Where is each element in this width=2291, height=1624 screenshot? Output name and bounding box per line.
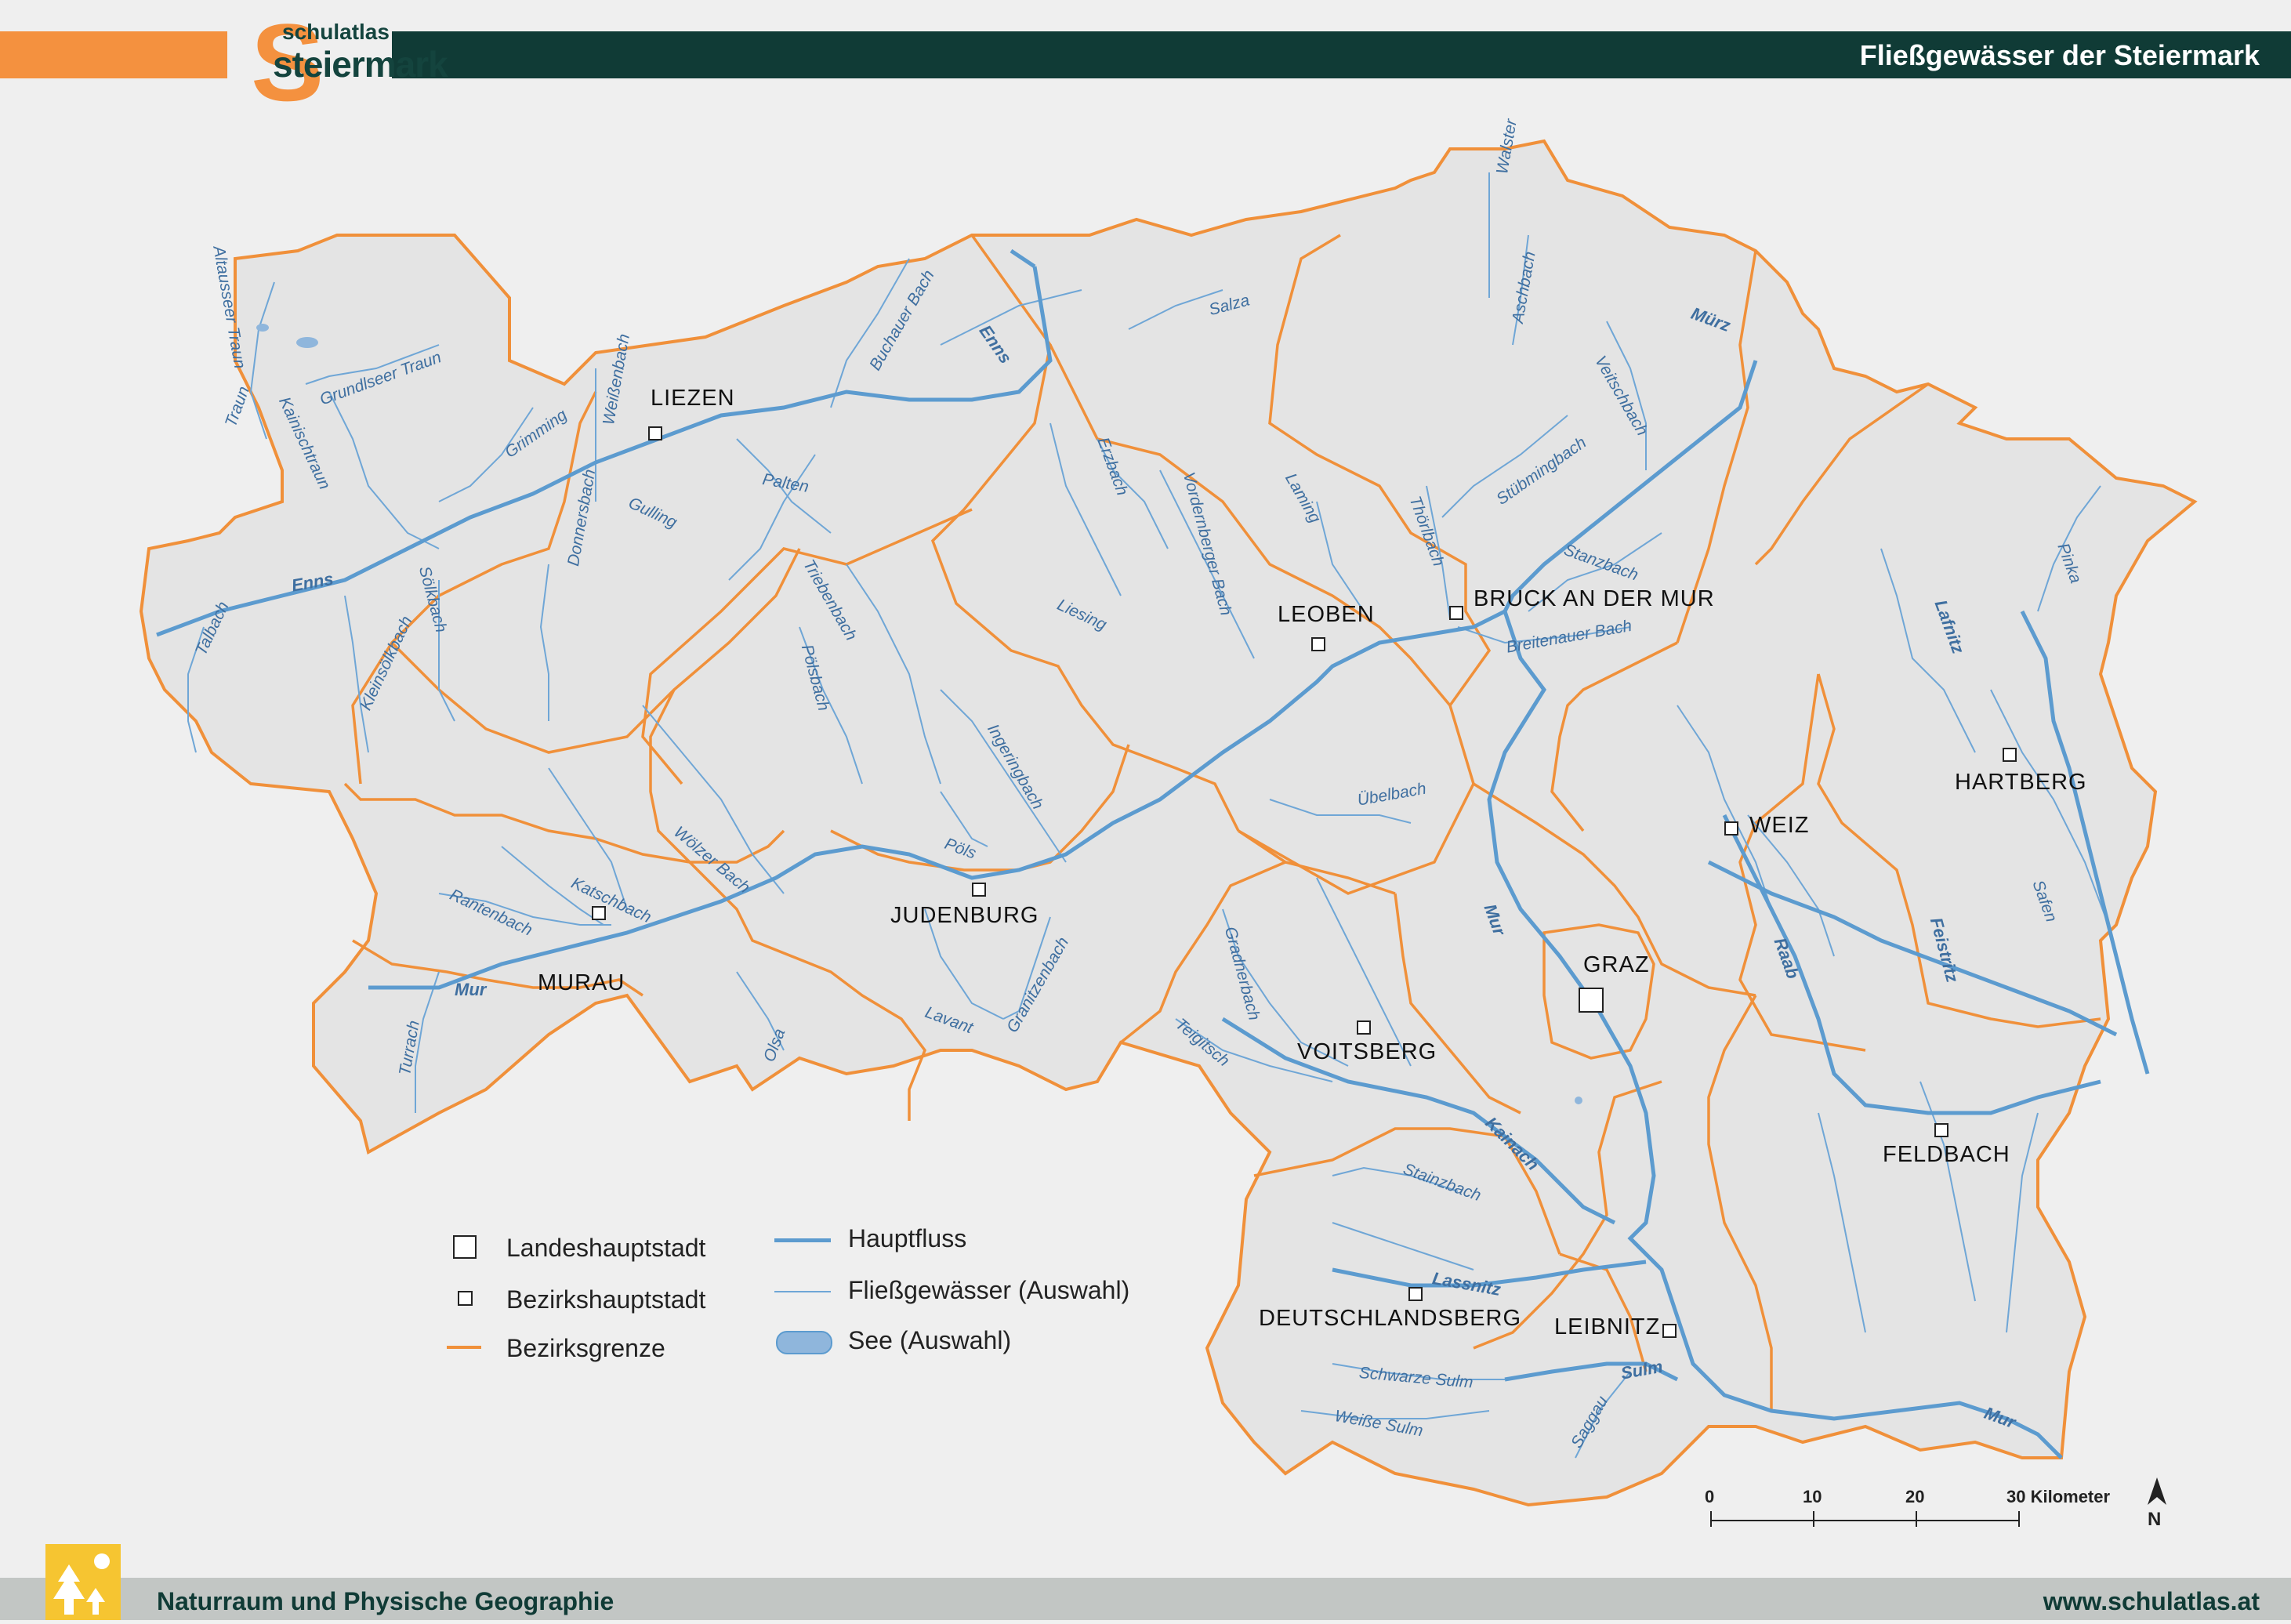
river-label-mur: Mur <box>455 980 487 999</box>
city-label-voitsberg: VOITSBERG <box>1297 1039 1437 1064</box>
city-marker-feldbach <box>1934 1123 1948 1137</box>
legend-capital-label: Landeshauptstadt <box>506 1234 706 1262</box>
city-label-judenburg: JUDENBURG <box>890 903 1039 928</box>
city-label-hartberg: HARTBERG <box>1955 770 2087 795</box>
legend-border-label: Bezirksgrenze <box>506 1334 665 1362</box>
city-label-leoben: LEOBEN <box>1278 602 1375 627</box>
legend: Landeshauptstadt Bezirkshauptstadt Bezir… <box>447 1223 1152 1379</box>
legend-district-symbol <box>458 1291 473 1306</box>
legend-river-symbol <box>774 1291 831 1292</box>
north-label: N <box>2148 1509 2162 1530</box>
footer-website-link[interactable]: www.schulatlas.at <box>2043 1587 2260 1616</box>
map-title: Fließgewässer der Steiermark <box>1859 39 2260 71</box>
city-marker-bruck-an-der-mur <box>1449 606 1463 620</box>
header-accent-bar <box>0 31 227 78</box>
legend-lake-symbol <box>776 1331 832 1354</box>
city-label-murau: MURAU <box>538 970 625 995</box>
city-marker-weiz <box>1724 821 1738 836</box>
logo-text-bottom: steiermark <box>273 44 448 85</box>
legend-river-label: Fließgewässer (Auswahl) <box>848 1276 1130 1304</box>
footer-topic: Naturraum und Physische Geographie <box>157 1587 614 1615</box>
tree-sun-icon <box>45 1544 121 1620</box>
city-label-weiz: WEIZ <box>1749 813 1810 838</box>
city-label-leibnitz: LEIBNITZ <box>1554 1314 1661 1339</box>
city-label-bruck-an-der-mur: BRUCK AN DER MUR <box>1474 586 1715 611</box>
city-marker-graz <box>1579 988 1604 1013</box>
lake-altaussee <box>256 324 269 332</box>
legend-capital-symbol <box>453 1235 477 1259</box>
lake-grundlsee <box>296 337 318 348</box>
scale-label-20: 20 <box>1905 1487 1925 1506</box>
city-marker-judenburg <box>972 883 986 897</box>
city-marker-murau <box>592 906 606 920</box>
city-label-deutschlandsberg: DEUTSCHLANDSBERG <box>1259 1306 1522 1331</box>
city-marker-voitsberg <box>1357 1020 1371 1035</box>
scale-label-0: 0 <box>1705 1487 1715 1506</box>
city-marker-hartberg <box>2003 748 2017 762</box>
city-marker-liezen <box>648 426 662 440</box>
lake-leopoldsteinersee <box>1575 1097 1582 1104</box>
city-label-feldbach: FELDBACH <box>1883 1142 2010 1167</box>
legend-lake-label: See (Auswahl) <box>848 1326 1012 1354</box>
legend-main-river-symbol <box>774 1238 831 1242</box>
city-label-liezen: LIEZEN <box>651 386 735 411</box>
legend-border-symbol <box>447 1346 481 1349</box>
city-label-graz: GRAZ <box>1583 952 1650 977</box>
city-marker-leoben <box>1311 637 1325 651</box>
city-marker-deutschlandsberg <box>1408 1287 1423 1301</box>
legend-main-river-label: Hauptfluss <box>848 1224 967 1252</box>
scale-label-30: 30 Kilometer <box>2006 1487 2111 1506</box>
logo-text-top: schulatlas <box>282 20 390 44</box>
legend-district-label: Bezirkshauptstadt <box>506 1285 706 1314</box>
scale-label-10: 10 <box>1803 1487 1822 1506</box>
city-marker-leibnitz <box>1662 1324 1677 1338</box>
